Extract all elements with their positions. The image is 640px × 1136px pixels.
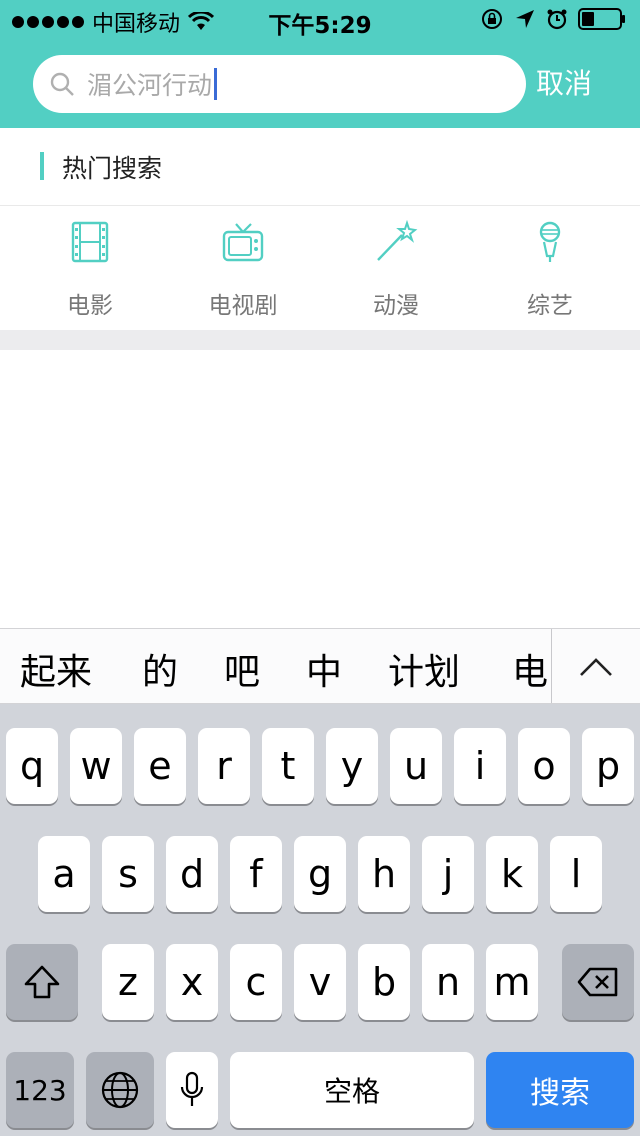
orientation-lock-icon bbox=[482, 9, 502, 29]
search-icon bbox=[50, 72, 74, 96]
key-g[interactable]: g bbox=[294, 836, 346, 912]
search-key[interactable]: 搜索 bbox=[486, 1052, 634, 1128]
globe-icon bbox=[101, 1071, 139, 1109]
hot-search-header: 热门搜索 bbox=[0, 128, 640, 206]
delete-key[interactable] bbox=[562, 944, 634, 1020]
key-d[interactable]: d bbox=[166, 836, 218, 912]
microphone-icon bbox=[539, 221, 561, 262]
key-c[interactable]: c bbox=[230, 944, 282, 1020]
text-cursor bbox=[214, 68, 218, 100]
key-n[interactable]: n bbox=[422, 944, 474, 1020]
key-t[interactable]: t bbox=[262, 728, 314, 804]
key-k[interactable]: k bbox=[486, 836, 538, 912]
chevron-up-icon bbox=[580, 658, 612, 676]
keyboard: q w e r t y u i o p a s d f g h j k l z … bbox=[0, 704, 640, 1136]
numbers-key[interactable]: 123 bbox=[6, 1052, 74, 1128]
key-f[interactable]: f bbox=[230, 836, 282, 912]
globe-key[interactable] bbox=[86, 1052, 154, 1128]
key-p[interactable]: p bbox=[582, 728, 634, 804]
category-tv-series[interactable]: 电视剧 bbox=[183, 220, 303, 320]
key-y[interactable]: y bbox=[326, 728, 378, 804]
key-u[interactable]: u bbox=[390, 728, 442, 804]
dictation-key[interactable] bbox=[166, 1052, 218, 1128]
key-b[interactable]: b bbox=[358, 944, 410, 1020]
key-m[interactable]: m bbox=[486, 944, 538, 1020]
category-movie[interactable]: 电影 bbox=[30, 220, 150, 320]
key-q[interactable]: q bbox=[6, 728, 58, 804]
section-divider bbox=[0, 330, 640, 350]
candidate-bar: 起来 的 吧 中 计划 电 bbox=[0, 628, 640, 704]
key-l[interactable]: l bbox=[550, 836, 602, 912]
expand-candidates-button[interactable] bbox=[552, 629, 640, 703]
key-s[interactable]: s bbox=[102, 836, 154, 912]
key-x[interactable]: x bbox=[166, 944, 218, 1020]
key-o[interactable]: o bbox=[518, 728, 570, 804]
key-h[interactable]: h bbox=[358, 836, 410, 912]
cancel-button[interactable]: 取消 bbox=[536, 62, 592, 102]
candidate-word[interactable]: 电 bbox=[512, 643, 548, 695]
hot-search-title: 热门搜索 bbox=[62, 154, 163, 183]
key-a[interactable]: a bbox=[38, 836, 90, 912]
space-key[interactable]: 空格 bbox=[230, 1052, 474, 1128]
search-placeholder: 湄公河行动 bbox=[87, 71, 213, 100]
shift-key[interactable] bbox=[6, 944, 78, 1020]
category-label: 动漫 bbox=[373, 293, 419, 319]
battery-icon bbox=[578, 8, 625, 30]
status-right bbox=[480, 7, 626, 31]
category-anime[interactable]: 动漫 bbox=[336, 220, 456, 320]
candidate-word[interactable]: 中 bbox=[306, 643, 342, 695]
shift-arrow-icon bbox=[24, 965, 60, 999]
tv-icon bbox=[222, 223, 264, 262]
category-label: 综艺 bbox=[527, 293, 573, 319]
category-label: 电影 bbox=[67, 293, 113, 319]
microphone-icon bbox=[180, 1071, 204, 1106]
status-bar: 中国移动 下午5:29 bbox=[0, 0, 640, 40]
key-v[interactable]: v bbox=[294, 944, 346, 1020]
key-i[interactable]: i bbox=[454, 728, 506, 804]
section-accent-bar bbox=[40, 152, 44, 180]
category-row: 电影 电视剧 动漫 综艺 bbox=[0, 206, 640, 330]
candidate-word[interactable]: 吧 bbox=[224, 643, 260, 695]
candidate-word[interactable]: 计划 bbox=[388, 643, 460, 695]
key-w[interactable]: w bbox=[70, 728, 122, 804]
key-z[interactable]: z bbox=[102, 944, 154, 1020]
location-arrow-icon bbox=[516, 10, 534, 28]
key-r[interactable]: r bbox=[198, 728, 250, 804]
header: 中国移动 下午5:29 湄公河行动 取消 bbox=[0, 0, 640, 128]
category-label: 电视剧 bbox=[208, 293, 278, 319]
film-icon bbox=[71, 221, 109, 263]
search-input[interactable]: 湄公河行动 bbox=[33, 55, 526, 113]
key-e[interactable]: e bbox=[134, 728, 186, 804]
candidate-word[interactable]: 的 bbox=[142, 643, 178, 695]
candidate-word[interactable]: 起来 bbox=[20, 643, 92, 695]
backspace-icon bbox=[577, 967, 618, 997]
magic-wand-icon bbox=[377, 220, 418, 261]
key-j[interactable]: j bbox=[422, 836, 474, 912]
alarm-icon bbox=[547, 9, 567, 30]
category-variety[interactable]: 综艺 bbox=[490, 220, 610, 320]
